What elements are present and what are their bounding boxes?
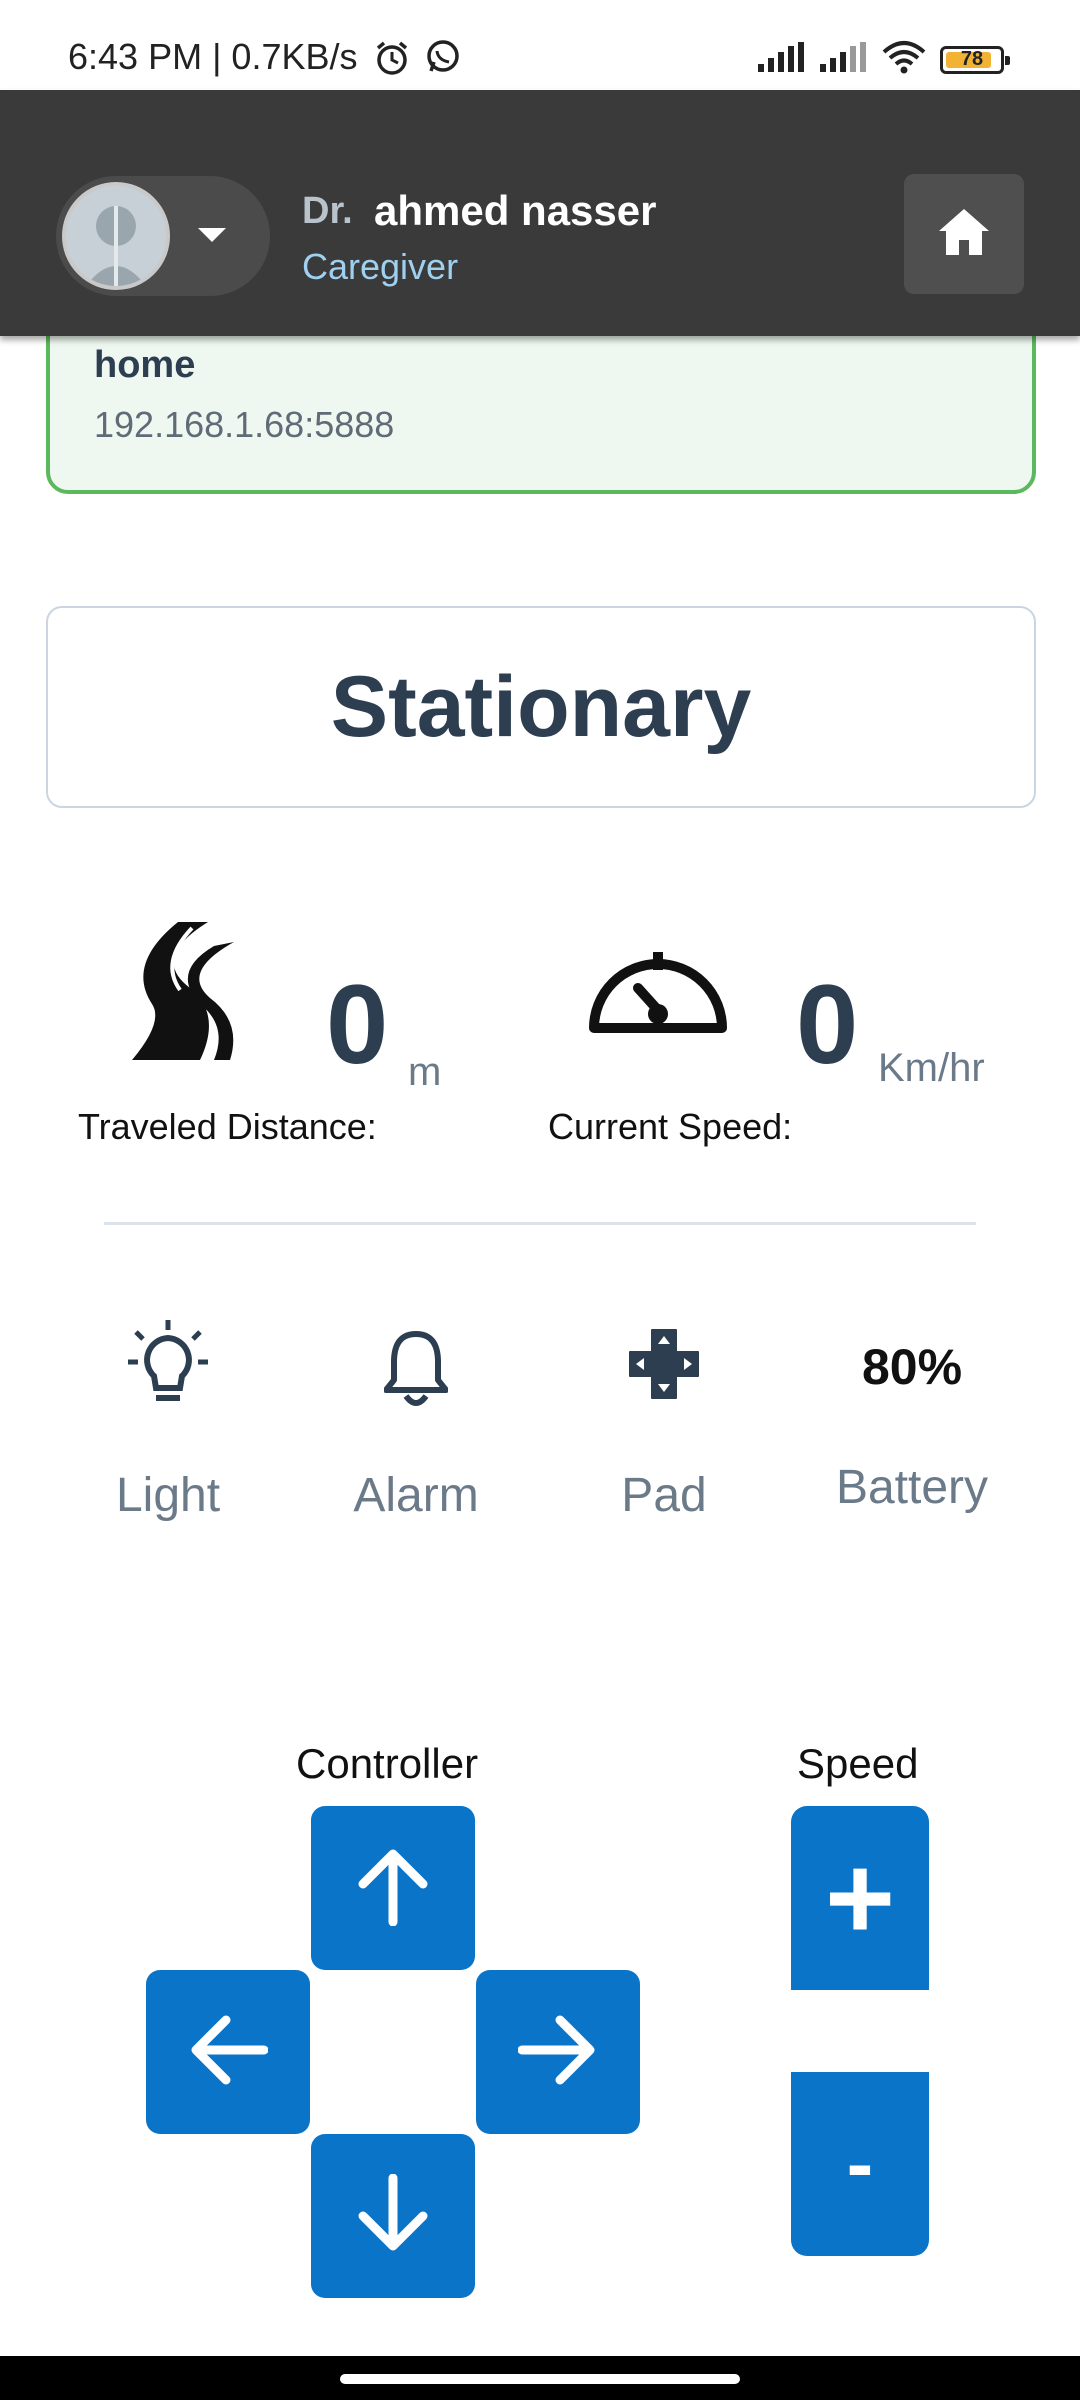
app-header: Dr. ahmed nasser Caregiver xyxy=(0,90,1080,336)
movement-status: Stationary xyxy=(330,658,752,755)
battery-label: Battery xyxy=(835,1461,989,1514)
divider xyxy=(104,1222,976,1225)
lightbulb-icon xyxy=(126,1318,210,1413)
wifi-icon xyxy=(882,40,926,79)
signal-icon xyxy=(758,42,806,77)
battery-status-icon: 78 xyxy=(940,45,1010,74)
status-right: 78 xyxy=(758,40,1010,79)
avatar xyxy=(62,182,170,290)
pad-button[interactable]: Pad xyxy=(564,1310,764,1530)
distance-value: 0 xyxy=(326,962,389,1087)
speed-title: Speed xyxy=(797,1740,919,1787)
chevron-down-icon xyxy=(198,228,226,242)
status-time: 6:43 PM | 0.7KB/s xyxy=(68,36,358,77)
distance-unit: m xyxy=(408,1050,442,1094)
gesture-navigation-bar xyxy=(0,2356,1080,2400)
arrow-up-icon xyxy=(355,1846,431,1931)
connection-name: home xyxy=(94,344,196,386)
arrow-left-icon xyxy=(188,2012,269,2093)
title-prefix: Dr. xyxy=(302,190,353,232)
alarm-button[interactable]: Alarm xyxy=(316,1310,516,1530)
signal-icon-2 xyxy=(820,42,868,77)
dpad-icon xyxy=(628,1326,700,1407)
status-bar: 6:43 PM | 0.7KB/s 78 xyxy=(0,0,1080,90)
move-down-button[interactable] xyxy=(311,2134,475,2298)
movement-status-card: Stationary xyxy=(46,606,1036,808)
speed-down-button[interactable]: - xyxy=(791,2072,929,2256)
speed-label: Current Speed: xyxy=(548,1106,793,1147)
user-name: ahmed nasser xyxy=(374,187,657,234)
connection-address: 192.168.1.68:5888 xyxy=(94,404,395,445)
home-icon xyxy=(937,207,991,262)
light-label: Light xyxy=(115,1469,221,1522)
user-role: Caregiver xyxy=(302,246,459,287)
distance-label: Traveled Distance: xyxy=(78,1106,377,1147)
home-button[interactable] xyxy=(904,174,1024,294)
alarm-clock-icon xyxy=(372,38,412,83)
speedometer-icon xyxy=(586,940,730,1041)
speed-up-button[interactable]: + xyxy=(791,1806,929,1990)
battery-value: 80% xyxy=(861,1339,963,1395)
user-menu-button[interactable] xyxy=(56,176,270,296)
whatsapp-icon xyxy=(424,38,462,81)
bell-icon xyxy=(383,1328,449,1413)
battery-indicator: 80% Battery xyxy=(812,1310,1012,1530)
speed-unit: Km/hr xyxy=(878,1046,985,1090)
battery-status-text: 78 xyxy=(960,48,984,70)
pad-label: Pad xyxy=(621,1469,707,1522)
arrow-right-icon xyxy=(517,2012,598,2093)
controller-title: Controller xyxy=(296,1740,479,1787)
road-icon xyxy=(130,918,248,1065)
move-left-button[interactable] xyxy=(146,1970,310,2134)
move-right-button[interactable] xyxy=(476,1970,640,2134)
arrow-down-icon xyxy=(355,2173,431,2259)
move-up-button[interactable] xyxy=(311,1806,475,1970)
light-button[interactable]: Light xyxy=(68,1310,268,1530)
speed-value: 0 xyxy=(796,962,859,1087)
alarm-label: Alarm xyxy=(353,1469,479,1522)
gesture-handle[interactable] xyxy=(340,2374,740,2384)
